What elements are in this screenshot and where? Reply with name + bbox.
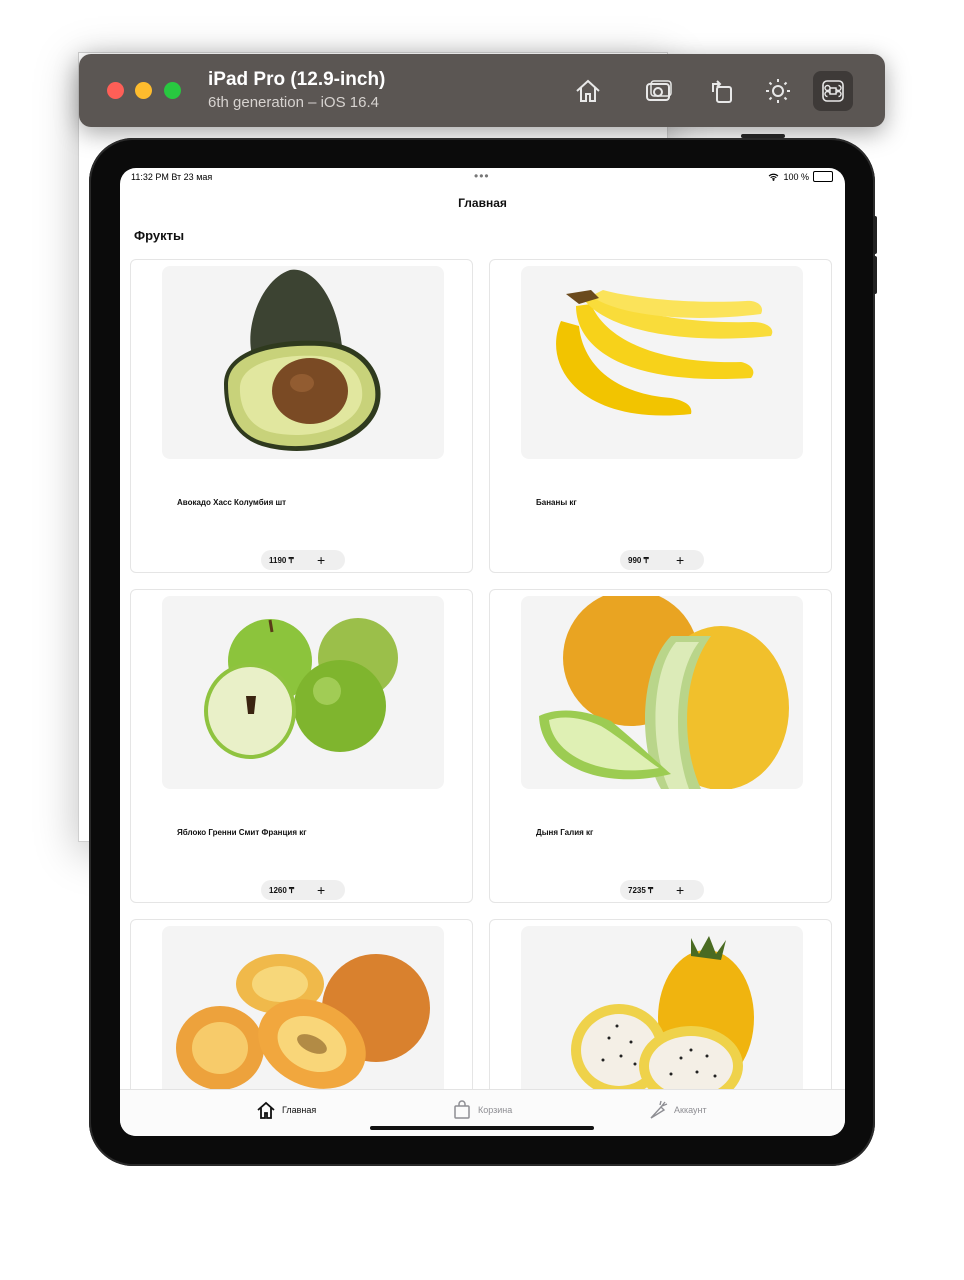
- battery-percent: 100 %: [783, 171, 809, 182]
- status-time: 11:32 PM Вт 23 мая: [131, 172, 213, 182]
- tab-cart[interactable]: Корзина: [452, 1100, 512, 1120]
- home-icon: [576, 79, 600, 102]
- tab-home[interactable]: Главная: [256, 1100, 316, 1120]
- carrot-icon: [650, 1100, 668, 1119]
- simulator-device-version: 6th generation – iOS 16.4: [208, 94, 379, 111]
- appearance-icon: [766, 79, 790, 103]
- product-price: 1190 ₸: [269, 555, 294, 565]
- add-to-cart-button[interactable]: +: [676, 883, 684, 897]
- product-name: Авокадо Хасс Колумбия шт: [177, 498, 287, 507]
- product-image-kiwi: [162, 926, 444, 1089]
- product-card[interactable]: Бананы кг 990 ₸ +: [489, 259, 832, 573]
- product-price: 990 ₸: [628, 555, 649, 565]
- product-card[interactable]: Авокадо Хасс Колумбия шт 1190 ₸ +: [130, 259, 473, 573]
- tab-cart-label: Корзина: [478, 1105, 513, 1115]
- command-icon: [822, 80, 844, 102]
- zoom-window-button[interactable]: [164, 82, 181, 99]
- shopping-bag-icon: [454, 1100, 470, 1119]
- device-screen: 11:32 PM Вт 23 мая ••• 100 % Главная Фру…: [120, 168, 845, 1136]
- product-price: 1260 ₸: [269, 885, 295, 895]
- section-title: Фрукты: [134, 228, 185, 243]
- power-button[interactable]: [741, 134, 785, 138]
- product-card[interactable]: [130, 919, 473, 1089]
- product-image-melon: [521, 596, 803, 789]
- page-title: Главная: [458, 196, 507, 210]
- product-image-banana: [521, 266, 803, 459]
- volume-up-button[interactable]: [873, 216, 877, 254]
- rotate-button[interactable]: [702, 71, 742, 111]
- price-pill: 7235 ₸ +: [620, 880, 704, 900]
- simulator-title-bar: iPad Pro (12.9-inch) 6th generation – iO…: [79, 54, 885, 127]
- ipad-device-frame: 11:32 PM Вт 23 мая ••• 100 % Главная Фру…: [89, 134, 877, 1166]
- home-icon: [257, 1101, 275, 1119]
- product-image-avocado: [162, 266, 444, 459]
- volume-down-button[interactable]: [873, 256, 877, 294]
- home-button[interactable]: [568, 71, 608, 111]
- tab-home-label: Главная: [282, 1105, 317, 1115]
- status-right: 100 %: [768, 171, 833, 182]
- appearance-button[interactable]: [758, 71, 798, 111]
- simulator-device-name: iPad Pro (12.9-inch): [208, 69, 386, 90]
- price-pill: 990 ₸ +: [620, 550, 704, 570]
- price-pill: 1260 ₸ +: [261, 880, 345, 900]
- add-to-cart-button[interactable]: +: [317, 883, 325, 897]
- product-grid: Авокадо Хасс Колумбия шт 1190 ₸ + Бананы…: [130, 259, 835, 1089]
- product-card[interactable]: [489, 919, 832, 1089]
- product-card[interactable]: Дыня Галия кг 7235 ₸ +: [489, 589, 832, 903]
- rotate-icon: [712, 80, 732, 103]
- minimize-window-button[interactable]: [135, 82, 152, 99]
- screenshot-button[interactable]: [639, 71, 679, 111]
- product-image-pitahaya: [521, 926, 803, 1089]
- add-to-cart-button[interactable]: +: [317, 553, 325, 567]
- product-name: Яблоко Гренни Смит Франция кг: [177, 828, 307, 837]
- price-pill: 1190 ₸ +: [261, 550, 345, 570]
- product-image-apple: [162, 596, 444, 789]
- home-indicator[interactable]: [370, 1126, 594, 1130]
- wifi-icon: [769, 173, 779, 181]
- add-to-cart-button[interactable]: +: [676, 553, 684, 567]
- tab-account-label: Аккаунт: [674, 1105, 707, 1115]
- screenshot-icon: [646, 80, 672, 101]
- product-price: 7235 ₸: [628, 885, 654, 895]
- battery-icon: [813, 171, 833, 182]
- multitasking-dots[interactable]: •••: [474, 169, 490, 183]
- product-name: Бананы кг: [536, 498, 577, 507]
- product-name: Дыня Галия кг: [536, 828, 594, 837]
- status-bar: 11:32 PM Вт 23 мая ••• 100 %: [120, 168, 845, 188]
- product-card[interactable]: Яблоко Гренни Смит Франция кг 1260 ₸ +: [130, 589, 473, 903]
- tab-account[interactable]: Аккаунт: [648, 1100, 707, 1120]
- close-window-button[interactable]: [107, 82, 124, 99]
- command-button[interactable]: [813, 71, 853, 111]
